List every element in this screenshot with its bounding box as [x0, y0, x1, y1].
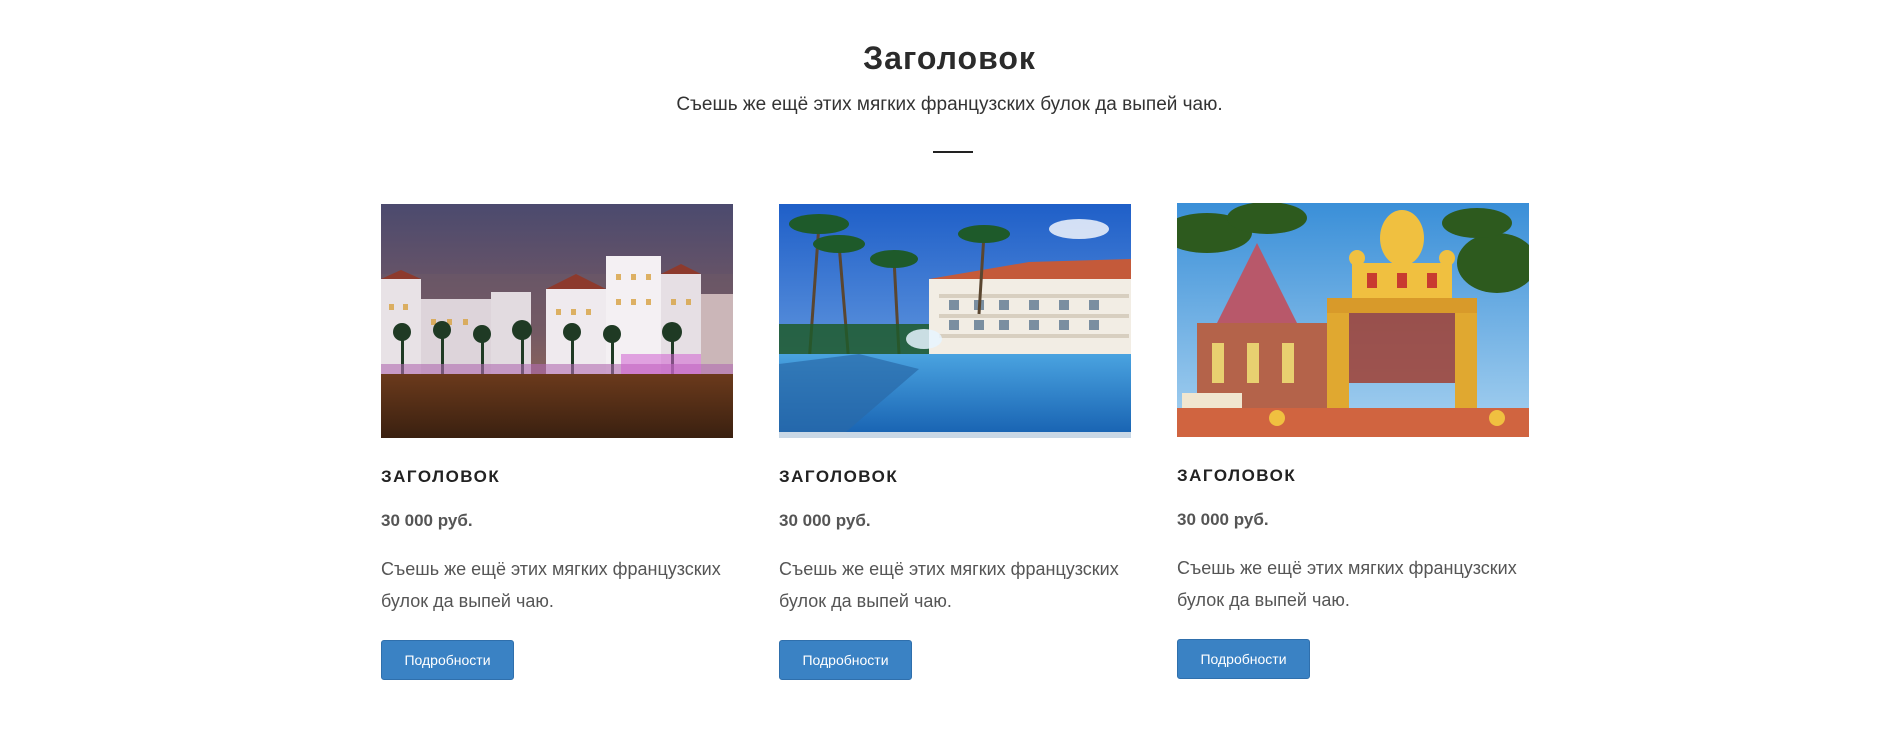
details-button[interactable]: Подробности	[779, 640, 912, 680]
details-button[interactable]: Подробности	[381, 640, 514, 680]
offer-card: ЗАГОЛОВОК 30 000 руб. Съешь же ещё этих …	[779, 204, 1131, 684]
card-description: Съешь же ещё этих мягких французских бул…	[1177, 558, 1517, 610]
card-title: ЗАГОЛОВОК	[779, 467, 899, 486]
card-price: 30 000 руб.	[779, 511, 871, 530]
offers-section: Заголовок Съешь же ещё этих мягких франц…	[0, 0, 1899, 739]
card-description: Съешь же ещё этих мягких французских бул…	[779, 559, 1119, 611]
card-image-temple-gate[interactable]	[1177, 203, 1529, 437]
temple-gate-photo	[1177, 203, 1529, 437]
card-price: 30 000 руб.	[381, 511, 473, 530]
offer-card: ЗАГОЛОВОК 30 000 руб. Съешь же ещё этих …	[381, 204, 733, 684]
card-image-night-hotel[interactable]	[381, 204, 733, 438]
offer-card: ЗАГОЛОВОК 30 000 руб. Съешь же ещё этих …	[1177, 203, 1529, 683]
details-button[interactable]: Подробности	[1177, 639, 1310, 679]
page-subtitle: Съешь же ещё этих мягких французских бул…	[676, 94, 1223, 115]
pool-resort-photo	[779, 204, 1131, 438]
card-title: ЗАГОЛОВОК	[381, 467, 501, 486]
card-image-pool-resort[interactable]	[779, 204, 1131, 438]
title-divider	[933, 151, 973, 153]
card-price: 30 000 руб.	[1177, 510, 1269, 529]
card-title: ЗАГОЛОВОК	[1177, 466, 1297, 485]
card-description: Съешь же ещё этих мягких французских бул…	[381, 559, 721, 611]
page-title: Заголовок	[863, 40, 1036, 76]
night-hotel-photo	[381, 204, 733, 438]
